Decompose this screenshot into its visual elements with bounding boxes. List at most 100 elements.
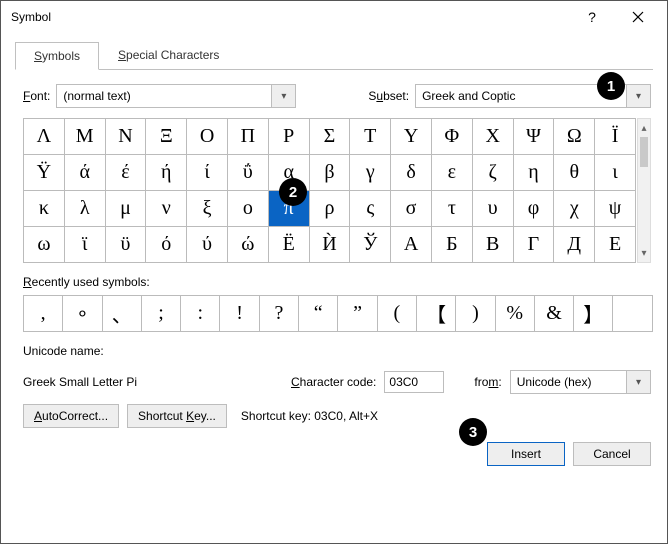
char-cell[interactable]: А <box>391 227 432 263</box>
char-cell[interactable]: λ <box>65 191 106 227</box>
font-subset-row: Font: (normal text) ▾ Subset: Greek and … <box>23 84 651 108</box>
char-cell[interactable]: ώ <box>228 227 269 263</box>
recent-cell[interactable]: “ <box>299 296 338 332</box>
char-cell[interactable]: Ξ <box>146 119 187 155</box>
char-cell[interactable]: ς <box>350 191 391 227</box>
char-cell[interactable]: Ο <box>187 119 228 155</box>
char-cell[interactable]: Ρ <box>269 119 310 155</box>
char-cell[interactable]: σ <box>391 191 432 227</box>
char-cell[interactable]: ο <box>228 191 269 227</box>
scroll-track[interactable] <box>638 137 650 244</box>
char-cell[interactable]: Μ <box>65 119 106 155</box>
autocorrect-button[interactable]: AutoCorrect... <box>23 404 119 428</box>
char-cell[interactable]: Е <box>595 227 636 263</box>
char-cell[interactable]: Ё <box>269 227 310 263</box>
from-combo[interactable]: Unicode (hex) ▾ <box>510 370 651 394</box>
scroll-down-icon[interactable]: ▾ <box>638 244 650 262</box>
help-button[interactable]: ? <box>569 1 615 33</box>
char-cell[interactable]: Ν <box>106 119 147 155</box>
recent-cell[interactable]: & <box>535 296 574 332</box>
char-cell[interactable]: θ <box>554 155 595 191</box>
recent-cell[interactable] <box>613 296 652 332</box>
char-cell[interactable]: ι <box>595 155 636 191</box>
char-cell[interactable]: β <box>310 155 351 191</box>
insert-button[interactable]: Insert <box>487 442 565 466</box>
char-cell[interactable]: Τ <box>350 119 391 155</box>
char-cell[interactable]: Π <box>228 119 269 155</box>
char-cell[interactable]: Ω <box>554 119 595 155</box>
character-grid[interactable]: ΛΜΝΞΟΠΡΣΤΥΦΧΨΩÏŸάέήίΰαβγδεζηθικλμνξοπρςσ… <box>23 118 636 263</box>
char-cell[interactable]: Г <box>514 227 555 263</box>
char-cell[interactable]: Ï <box>595 119 636 155</box>
char-cell[interactable]: Υ <box>391 119 432 155</box>
char-cell[interactable]: Φ <box>432 119 473 155</box>
char-cell[interactable]: ξ <box>187 191 228 227</box>
char-cell[interactable]: Λ <box>24 119 65 155</box>
tab-special-characters[interactable]: Special Characters <box>99 41 238 69</box>
recent-cell[interactable]: ( <box>378 296 417 332</box>
cancel-button[interactable]: Cancel <box>573 442 651 466</box>
char-cell[interactable]: υ <box>473 191 514 227</box>
recent-cell[interactable]: , <box>24 296 63 332</box>
callout-1: 1 <box>597 72 625 100</box>
recent-cell[interactable]: ) <box>456 296 495 332</box>
char-cell[interactable]: Σ <box>310 119 351 155</box>
char-cell[interactable]: δ <box>391 155 432 191</box>
char-cell[interactable]: ϋ <box>106 227 147 263</box>
char-cell[interactable]: κ <box>24 191 65 227</box>
char-cell[interactable]: ρ <box>310 191 351 227</box>
char-cell[interactable]: ί <box>187 155 228 191</box>
char-cell[interactable]: Д <box>554 227 595 263</box>
char-cell[interactable]: ζ <box>473 155 514 191</box>
char-cell[interactable]: ύ <box>187 227 228 263</box>
char-cell[interactable]: χ <box>554 191 595 227</box>
shortcut-key-button[interactable]: Shortcut Key... <box>127 404 227 428</box>
recent-cell[interactable]: ∘ <box>63 296 102 332</box>
char-cell[interactable]: Б <box>432 227 473 263</box>
close-button[interactable] <box>615 1 661 33</box>
char-cell[interactable]: ψ <box>595 191 636 227</box>
char-cell[interactable]: ή <box>146 155 187 191</box>
font-combo[interactable]: (normal text) ▾ <box>56 84 296 108</box>
char-cell[interactable]: γ <box>350 155 391 191</box>
char-cell[interactable]: η <box>514 155 555 191</box>
char-cell[interactable]: В <box>473 227 514 263</box>
char-cell[interactable]: ά <box>65 155 106 191</box>
recent-cell[interactable]: 、 <box>103 296 142 332</box>
char-cell[interactable]: Ѝ <box>310 227 351 263</box>
char-cell[interactable]: ε <box>432 155 473 191</box>
char-cell[interactable]: ό <box>146 227 187 263</box>
recent-cell[interactable]: 【 <box>417 296 456 332</box>
callout-3: 3 <box>459 418 487 446</box>
footer: 3 Insert Cancel <box>1 428 667 480</box>
char-cell[interactable]: ΰ <box>228 155 269 191</box>
content-area: Font: (normal text) ▾ Subset: Greek and … <box>1 70 667 428</box>
char-cell[interactable]: ϊ <box>65 227 106 263</box>
recent-cell[interactable]: ? <box>260 296 299 332</box>
char-cell[interactable]: φ <box>514 191 555 227</box>
grid-scrollbar[interactable]: ▴ ▾ <box>637 118 651 263</box>
charcode-input[interactable]: 03C0 <box>384 371 444 393</box>
char-cell[interactable]: μ <box>106 191 147 227</box>
char-cell[interactable]: Χ <box>473 119 514 155</box>
recent-cell[interactable]: ! <box>220 296 259 332</box>
char-cell[interactable]: τ <box>432 191 473 227</box>
recent-cell[interactable]: % <box>496 296 535 332</box>
recent-cell[interactable]: ; <box>142 296 181 332</box>
recent-cell[interactable]: ” <box>338 296 377 332</box>
subset-label: Subset: <box>368 89 409 103</box>
char-cell[interactable]: ν <box>146 191 187 227</box>
scroll-thumb[interactable] <box>640 137 648 167</box>
char-cell[interactable]: Ÿ <box>24 155 65 191</box>
char-cell[interactable]: έ <box>106 155 147 191</box>
scroll-up-icon[interactable]: ▴ <box>638 119 650 137</box>
unicode-name: Greek Small Letter Pi <box>23 375 283 389</box>
recent-label: Recently used symbols: <box>23 275 651 289</box>
char-cell[interactable]: ω <box>24 227 65 263</box>
char-cell[interactable]: Ў <box>350 227 391 263</box>
recent-cell[interactable]: : <box>181 296 220 332</box>
recent-cell[interactable]: 】 <box>574 296 613 332</box>
recent-grid[interactable]: ,∘、;:!?“”(【)%&】 <box>23 295 653 332</box>
tab-symbols[interactable]: Symbols <box>15 42 99 70</box>
char-cell[interactable]: Ψ <box>514 119 555 155</box>
